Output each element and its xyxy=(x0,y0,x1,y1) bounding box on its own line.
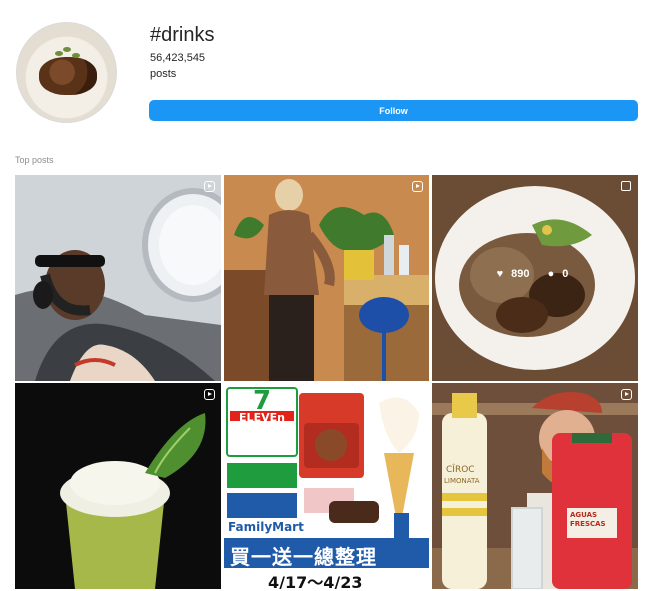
post-image xyxy=(432,383,638,589)
herb-garnish xyxy=(63,47,71,52)
post-image xyxy=(15,383,221,589)
follow-button[interactable]: Follow xyxy=(149,100,638,121)
can-label: AGUAS FRESCAS xyxy=(570,511,606,528)
post-tile[interactable] xyxy=(15,175,221,381)
post-image xyxy=(224,175,429,381)
carousel-icon xyxy=(621,181,631,191)
reel-icon xyxy=(412,181,423,192)
post-tile[interactable]: CÎROC LIMONATA AGUAS FRESCAS xyxy=(432,383,638,589)
section-heading: Top posts xyxy=(15,155,54,165)
reel-icon xyxy=(204,181,215,192)
post-image xyxy=(15,175,221,381)
bottle-flavor-label: LIMONATA xyxy=(444,477,480,485)
page-title: #drinks xyxy=(150,24,215,46)
reel-icon xyxy=(621,389,632,400)
likes-count: ♥ 890 xyxy=(496,268,530,280)
hashtag-avatar xyxy=(16,22,117,123)
promo-headline: 買一送一總整理 xyxy=(230,545,377,569)
post-tile[interactable]: ♥ 890 ● 0 xyxy=(432,175,638,381)
post-tile[interactable]: ELEVEn 7 FamilyMart 買一送一總整理 4/17～4/23 xyxy=(224,383,429,589)
herb-garnish xyxy=(55,51,63,56)
family-mart-label: FamilyMart xyxy=(228,520,304,534)
likes-value: 890 xyxy=(511,268,530,280)
herb-garnish xyxy=(72,53,80,58)
post-tile[interactable] xyxy=(224,175,429,381)
post-count: 56,423,545 xyxy=(150,52,206,64)
comments-count: ● 0 xyxy=(547,268,569,280)
post-count-label: posts xyxy=(150,68,177,80)
post-tile[interactable] xyxy=(15,383,221,589)
food-image xyxy=(39,57,97,95)
promo-dates: 4/17～4/23 xyxy=(268,573,363,589)
reel-icon xyxy=(204,389,215,400)
comments-value: 0 xyxy=(562,268,569,280)
svg-text:7: 7 xyxy=(253,386,271,416)
bottle-brand-label: CÎROC xyxy=(446,465,475,475)
post-stats: ♥ 890 ● 0 xyxy=(432,268,638,280)
